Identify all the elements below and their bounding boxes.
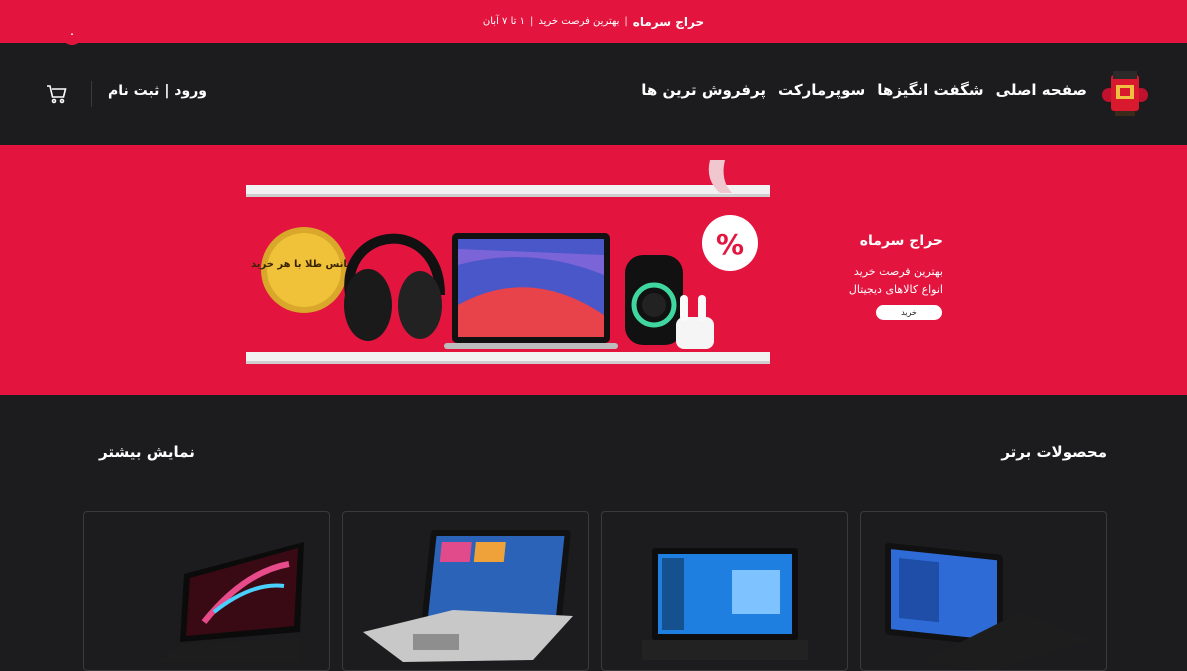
product-card[interactable] — [83, 511, 330, 671]
promo-title: حراج سرماه — [632, 14, 705, 29]
products-section-title: محصولات برتر — [1001, 443, 1107, 461]
product-card[interactable] — [601, 511, 848, 671]
hero-line-1: بهترین فرصت خرید — [853, 265, 943, 278]
promo-separator-2: | — [529, 16, 534, 27]
product-image-laptop-1 — [885, 542, 1091, 670]
product-card[interactable] — [342, 511, 589, 671]
store-logo[interactable] — [1101, 67, 1149, 119]
header-divider — [91, 81, 92, 107]
header: صفحه اصلی شگفت انگیزها سوپرمارکت پرفروش … — [0, 43, 1187, 145]
nav-supermarket[interactable]: سوپرمارکت — [778, 81, 865, 99]
gold-badge-text: شانس طلا با هر خرید — [251, 259, 357, 270]
promo-bar: حراج سرماه | بهترین فرصت خرید | ۱ تا ۷ آ… — [0, 0, 1187, 43]
hero-banner[interactable]: شانس طلا با هر خرید % حراج سرماه بهترین … — [0, 145, 1187, 395]
cart-count-badge: ۰ — [62, 25, 82, 45]
cart-icon[interactable] — [46, 83, 68, 105]
hero-buy-button[interactable]: خرید — [876, 305, 942, 320]
product-image-laptop-4 — [156, 542, 304, 662]
login-register-link[interactable]: ورود | ثبت نام — [108, 83, 207, 99]
hero-title: حراج سرماه — [859, 233, 943, 249]
main-nav: صفحه اصلی شگفت انگیزها سوپرمارکت پرفروش … — [641, 81, 1087, 99]
nav-amazing-offers[interactable]: شگفت انگیزها — [877, 81, 983, 99]
promo-dates: ۱ تا ۷ آبان — [482, 16, 525, 27]
product-card[interactable] — [860, 511, 1107, 671]
product-image-laptop-3 — [363, 530, 573, 662]
hero-subtitle: بهترین فرصت خرید انواع کالاهای دیجیتال — [849, 263, 943, 299]
promo-separator: | — [624, 16, 628, 27]
product-image-laptop-2 — [642, 548, 808, 660]
show-more-link[interactable]: نمایش بیشتر — [99, 443, 195, 461]
promo-subtitle: بهترین فرصت خرید — [538, 16, 620, 27]
hero-line-2: انواع کالاهای دیجیتال — [848, 283, 943, 296]
percent-tag: % — [716, 228, 744, 261]
nav-bestsellers[interactable]: پرفروش ترین ها — [641, 81, 766, 99]
nav-home[interactable]: صفحه اصلی — [996, 81, 1087, 99]
hero-illustration: شانس طلا با هر خرید % — [246, 160, 770, 364]
